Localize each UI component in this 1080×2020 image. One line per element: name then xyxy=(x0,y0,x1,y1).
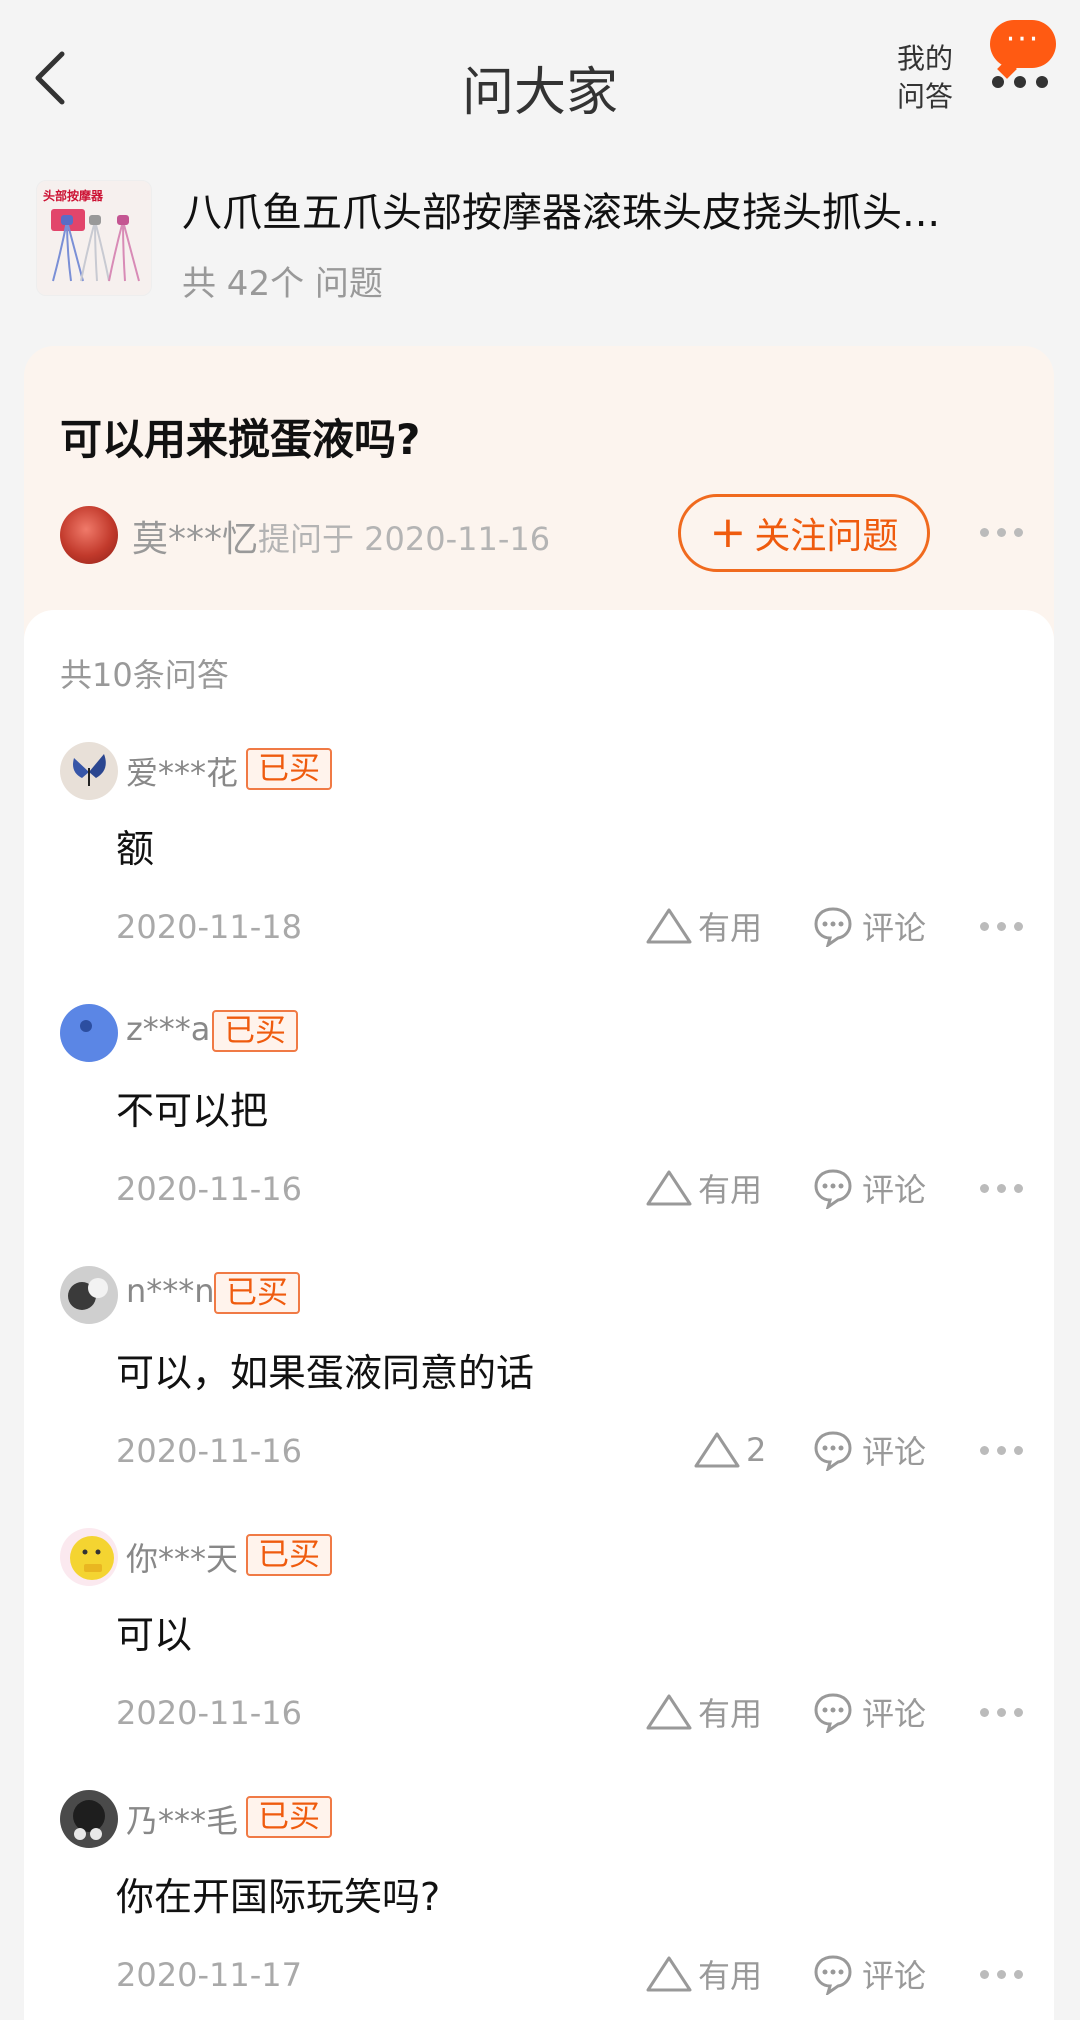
top-bar: 问大家 我的 问答 ··· xyxy=(0,0,1080,160)
grayscale-avatar-image xyxy=(60,1266,118,1324)
comment-label: 评论 xyxy=(862,1171,927,1209)
answer-more-button[interactable] xyxy=(980,1184,1023,1193)
answer-date: 2020-11-16 xyxy=(116,1432,302,1470)
answer-more-button[interactable] xyxy=(980,1970,1023,1979)
comment-label: 评论 xyxy=(862,1695,927,1733)
answer-item: 乃***毛 已买 你在开国际玩笑吗? 2020-11-17 有用 评论 xyxy=(24,1790,1054,2020)
answer-date: 2020-11-18 xyxy=(116,908,302,946)
comment-button[interactable]: 评论 xyxy=(812,1428,926,1472)
triangle-up-icon xyxy=(646,1170,692,1206)
triangle-up-icon xyxy=(646,1694,692,1730)
useful-label: 有用 xyxy=(698,909,763,947)
purchased-badge: 已买 xyxy=(246,748,332,790)
answer-user-name: 乃***毛 xyxy=(126,1802,239,1840)
answer-user-name: z***a xyxy=(126,1010,211,1048)
product-title: 八爪鱼五爪头部按摩器滚珠头皮挠头抓头... xyxy=(182,190,941,236)
answer-text: 可以，如果蛋液同意的话 xyxy=(116,1351,535,1395)
comment-button[interactable]: 评论 xyxy=(812,904,926,948)
avatar[interactable] xyxy=(60,1266,118,1324)
answer-item: z***a 已买 不可以把 2020-11-16 有用 评论 xyxy=(24,1004,1054,1266)
useful-label: 有用 xyxy=(698,1957,763,1995)
answer-text: 不可以把 xyxy=(116,1089,269,1133)
answer-text: 可以 xyxy=(116,1613,193,1657)
comment-button[interactable]: 评论 xyxy=(812,1952,926,1996)
useful-button[interactable]: 有用 xyxy=(644,1952,762,1996)
product-summary[interactable]: 头部按摩器 八爪鱼五爪头部按摩器滚珠头皮挠头抓头... 共 42个 问题 xyxy=(36,180,1046,304)
question-more-button[interactable] xyxy=(980,528,1023,537)
answer-text: 额 xyxy=(116,827,155,871)
comment-label: 评论 xyxy=(862,1957,927,1995)
purchased-badge: 已买 xyxy=(212,1010,298,1052)
question-text: 可以用来搅蛋液吗? xyxy=(60,415,421,464)
dark-pet-avatar-image xyxy=(60,1790,118,1848)
answer-more-button[interactable] xyxy=(980,922,1023,931)
answer-more-button[interactable] xyxy=(980,1708,1023,1717)
avatar[interactable] xyxy=(60,1004,118,1062)
follow-question-button[interactable]: + 关注问题 xyxy=(678,494,930,572)
useful-button[interactable]: 有用 xyxy=(644,1166,762,1210)
follow-question-label: 关注问题 xyxy=(754,516,899,557)
purchased-badge: 已买 xyxy=(214,1272,300,1314)
more-menu-button[interactable]: ··· xyxy=(980,20,1060,100)
my-qa-label-line1: 我的 xyxy=(896,42,953,75)
answer-user-name: n***n xyxy=(126,1272,215,1310)
asker-name: 莫***忆 xyxy=(132,519,259,560)
plus-icon: + xyxy=(709,507,747,558)
comment-button[interactable]: 评论 xyxy=(812,1166,926,1210)
purchased-badge: 已买 xyxy=(246,1796,332,1838)
comment-icon xyxy=(814,1431,852,1471)
answer-text: 你在开国际玩笑吗? xyxy=(116,1875,441,1919)
useful-button[interactable]: 有用 xyxy=(644,904,762,948)
answer-item: 你***天 已买 可以 2020-11-16 有用 评论 xyxy=(24,1528,1054,1790)
more-dots-icon xyxy=(992,76,1048,88)
answer-user-name: 爱***花 xyxy=(126,754,239,792)
avatar[interactable] xyxy=(60,742,118,800)
yellow-cartoon-avatar-image xyxy=(60,1528,118,1586)
answers-count: 共10条问答 xyxy=(60,656,229,694)
triangle-up-icon xyxy=(694,1432,740,1468)
comment-button[interactable]: 评论 xyxy=(812,1690,926,1734)
answer-item: 爱***花 已买 额 2020-11-18 有用 评论 xyxy=(24,742,1054,1004)
answer-more-button[interactable] xyxy=(980,1446,1023,1455)
asker-avatar xyxy=(60,506,118,564)
answer-date: 2020-11-16 xyxy=(116,1170,302,1208)
my-qa-button[interactable]: 我的 问答 xyxy=(890,40,960,116)
answer-date: 2020-11-16 xyxy=(116,1694,302,1732)
asked-date: 提问于 2020-11-16 xyxy=(258,520,551,558)
comment-label: 评论 xyxy=(862,909,927,947)
answer-date: 2020-11-17 xyxy=(116,1956,302,1994)
triangle-up-icon xyxy=(646,1956,692,1992)
useful-label: 有用 xyxy=(698,1171,763,1209)
comment-label: 评论 xyxy=(862,1433,927,1471)
useful-button[interactable]: 有用 xyxy=(644,1690,762,1734)
avatar[interactable] xyxy=(60,1790,118,1848)
answer-user-name: 你***天 xyxy=(126,1540,239,1578)
triangle-up-icon xyxy=(646,908,692,944)
answers-panel: 共10条问答 爱***花 已买 额 2020-11-18 有用 评论 z***a… xyxy=(24,610,1054,2020)
avatar[interactable] xyxy=(60,1528,118,1586)
answer-item: n***n 已买 可以，如果蛋液同意的话 2020-11-16 2 评论 xyxy=(24,1266,1054,1528)
purchased-badge: 已买 xyxy=(246,1534,332,1576)
comment-icon xyxy=(814,1693,852,1733)
useful-count: 2 xyxy=(746,1431,767,1469)
question-card: 可以用来搅蛋液吗? 莫***忆 提问于 2020-11-16 + 关注问题 xyxy=(24,346,1054,646)
message-bubble-icon: ··· xyxy=(990,20,1056,68)
comment-icon xyxy=(814,1169,852,1209)
blue-avatar-image xyxy=(60,1004,118,1062)
more-dots-icon xyxy=(980,528,989,537)
head-massager-image xyxy=(52,215,140,282)
question-count: 共 42个 问题 xyxy=(182,264,383,304)
comment-icon xyxy=(814,907,852,947)
product-thumbnail: 头部按摩器 xyxy=(36,180,152,296)
useful-button[interactable]: 2 xyxy=(692,1428,766,1472)
comment-icon xyxy=(814,1955,852,1995)
my-qa-label-line2: 问答 xyxy=(896,80,953,113)
butterfly-avatar-image xyxy=(60,742,118,800)
useful-label: 有用 xyxy=(698,1695,763,1733)
